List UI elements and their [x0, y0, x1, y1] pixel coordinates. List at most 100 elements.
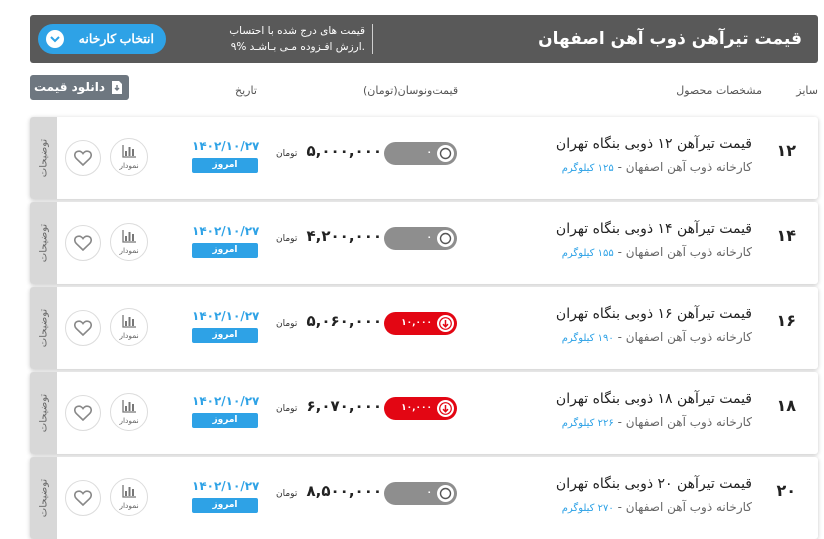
price-date: ۱۴۰۲/۱۰/۲۷ — [192, 479, 260, 493]
select-factory-label: انتخاب کارخانه — [78, 32, 154, 46]
product-name[interactable]: قیمت تیرآهن ۱۲ ذوبی بنگاه تهران — [556, 136, 752, 152]
price-value: ۵,۰۶۰,۰۰۰ — [306, 312, 382, 330]
favorite-button[interactable] — [65, 395, 101, 431]
heart-icon — [74, 405, 92, 421]
product-name[interactable]: قیمت تیرآهن ۱۴ ذوبی بنگاه تهران — [556, 221, 752, 237]
price-value: ۵,۰۰۰,۰۰۰ — [306, 142, 382, 160]
page-title: قیمت تیرآهن ذوب آهن اصفهان — [538, 29, 802, 49]
product-factory: کارخانه ذوب آهن اصفهان - ۱۵۵ کیلوگرم — [562, 245, 752, 259]
product-factory: کارخانه ذوب آهن اصفهان - ۲۷۰ کیلوگرم — [562, 500, 752, 514]
download-price-button[interactable]: دانلود قیمت — [30, 75, 129, 100]
chart-label: نمودار — [119, 331, 139, 340]
notes-label: توضیحات — [38, 393, 49, 433]
price-row: توضیحات نمودار ۱۴۰۲/۱۰/۲۷ امروز تومان ۵,… — [30, 287, 818, 369]
product-name[interactable]: قیمت تیرآهن ۲۰ ذوبی بنگاه تهران — [556, 476, 752, 492]
price-unit: تومان — [276, 489, 298, 499]
column-header-size: سایز — [796, 84, 818, 97]
column-header-product: مشخصات محصول — [676, 84, 762, 97]
price-change-value: ۰ — [426, 488, 433, 498]
favorite-button[interactable] — [65, 310, 101, 346]
product-factory: کارخانه ذوب آهن اصفهان - ۱۲۵ کیلوگرم — [562, 160, 752, 174]
arrow-down-circle-icon — [437, 400, 454, 417]
arrow-down-circle-icon — [437, 315, 454, 332]
chart-button[interactable]: نمودار — [110, 223, 148, 261]
price-unit: تومان — [276, 319, 298, 329]
today-badge: امروز — [192, 328, 258, 343]
price-change-value: ۰ — [426, 233, 433, 243]
factory-name: کارخانه ذوب آهن اصفهان - — [613, 160, 752, 174]
product-name[interactable]: قیمت تیرآهن ۱۶ ذوبی بنگاه تهران — [556, 306, 752, 322]
circle-icon — [437, 230, 454, 247]
price-change-value: ۱۰,۰۰۰ — [401, 403, 432, 413]
price-row: توضیحات نمودار ۱۴۰۲/۱۰/۲۷ امروز تومان ۵,… — [30, 117, 818, 199]
product-size: ۱۲ — [776, 141, 796, 160]
price-change-badge: ۱۰,۰۰۰ — [384, 312, 457, 335]
download-price-label: دانلود قیمت — [33, 80, 105, 94]
chart-button[interactable]: نمودار — [110, 138, 148, 176]
price-change-value: ۱۰,۰۰۰ — [401, 318, 432, 328]
product-weight: ۱۹۰ کیلوگرم — [561, 333, 614, 344]
favorite-button[interactable] — [65, 140, 101, 176]
select-factory-button[interactable]: انتخاب کارخانه — [38, 24, 166, 54]
price-value: ۶,۰۷۰,۰۰۰ — [306, 397, 382, 415]
notes-label: توضیحات — [38, 223, 49, 263]
product-factory: کارخانه ذوب آهن اصفهان - ۱۹۰ کیلوگرم — [562, 330, 752, 344]
vat-notice-line1: قیمت های درج شده با احتساب — [229, 25, 365, 37]
notes-tab[interactable]: توضیحات — [30, 202, 57, 284]
header-divider — [372, 24, 373, 54]
price-value: ۸,۵۰۰,۰۰۰ — [306, 482, 382, 500]
price-change-badge: ۰ — [384, 227, 457, 250]
price-change-value: ۰ — [426, 148, 433, 158]
vat-notice: قیمت های درج شده با احتساب ۹% ارزش افـزو… — [190, 23, 365, 57]
chart-label: نمودار — [119, 246, 139, 255]
price-row: توضیحات نمودار ۱۴۰۲/۱۰/۲۷ امروز تومان ۴,… — [30, 202, 818, 284]
product-weight: ۱۵۵ کیلوگرم — [561, 248, 614, 259]
product-weight: ۲۲۶ کیلوگرم — [561, 418, 614, 429]
circle-icon — [437, 145, 454, 162]
price-row: توضیحات نمودار ۱۴۰۲/۱۰/۲۷ امروز تومان ۸,… — [30, 457, 818, 539]
price-change-badge: ۰ — [384, 482, 457, 505]
product-size: ۱۴ — [776, 226, 796, 245]
price-date: ۱۴۰۲/۱۰/۲۷ — [192, 394, 260, 408]
chart-label: نمودار — [119, 416, 139, 425]
price-unit: تومان — [276, 149, 298, 159]
today-badge: امروز — [192, 413, 258, 428]
notes-label: توضیحات — [38, 138, 49, 178]
price-change-badge: ۱۰,۰۰۰ — [384, 397, 457, 420]
price-change-badge: ۰ — [384, 142, 457, 165]
price-unit: تومان — [276, 404, 298, 414]
heart-icon — [74, 320, 92, 336]
notes-tab[interactable]: توضیحات — [30, 117, 57, 199]
notes-tab[interactable]: توضیحات — [30, 372, 57, 454]
today-badge: امروز — [192, 498, 258, 513]
chart-button[interactable]: نمودار — [110, 308, 148, 346]
bar-chart-icon — [122, 230, 136, 243]
product-size: ۲۰ — [776, 481, 796, 500]
price-unit: تومان — [276, 234, 298, 244]
bar-chart-icon — [122, 485, 136, 498]
notes-tab[interactable]: توضیحات — [30, 287, 57, 369]
bar-chart-icon — [122, 315, 136, 328]
notes-tab[interactable]: توضیحات — [30, 457, 57, 539]
chart-button[interactable]: نمودار — [110, 478, 148, 516]
factory-name: کارخانه ذوب آهن اصفهان - — [613, 500, 752, 514]
column-header-date: تاریخ — [235, 84, 257, 97]
favorite-button[interactable] — [65, 480, 101, 516]
column-header-price: قیمت‌ونوسان(تومان) — [363, 84, 459, 97]
file-download-icon — [112, 81, 122, 94]
heart-icon — [74, 235, 92, 251]
heart-icon — [74, 150, 92, 166]
product-size: ۱۸ — [776, 396, 796, 415]
today-badge: امروز — [192, 158, 258, 173]
favorite-button[interactable] — [65, 225, 101, 261]
price-date: ۱۴۰۲/۱۰/۲۷ — [192, 309, 260, 323]
chart-button[interactable]: نمودار — [110, 393, 148, 431]
product-name[interactable]: قیمت تیرآهن ۱۸ ذوبی بنگاه تهران — [556, 391, 752, 407]
today-badge: امروز — [192, 243, 258, 258]
product-weight: ۲۷۰ کیلوگرم — [561, 503, 614, 514]
product-factory: کارخانه ذوب آهن اصفهان - ۲۲۶ کیلوگرم — [562, 415, 752, 429]
price-value: ۴,۲۰۰,۰۰۰ — [306, 227, 382, 245]
price-date: ۱۴۰۲/۱۰/۲۷ — [192, 139, 260, 153]
factory-name: کارخانه ذوب آهن اصفهان - — [613, 245, 752, 259]
heart-icon — [74, 490, 92, 506]
